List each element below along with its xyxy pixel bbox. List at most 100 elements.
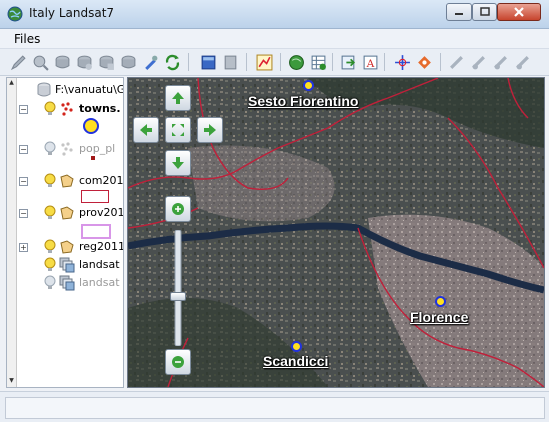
collapse-icon[interactable]: − [19, 145, 28, 154]
maximize-icon [479, 7, 490, 16]
layer-label: landsat [79, 258, 120, 271]
raster-layer-icon [59, 275, 75, 291]
edit-node-icon [471, 55, 485, 69]
close-button[interactable] [497, 3, 541, 21]
crosshair-tool-button[interactable] [392, 52, 412, 72]
layer2-icon [77, 55, 92, 70]
pan-up-button[interactable] [165, 85, 191, 111]
layer-row[interactable]: − pop_pl [17, 140, 123, 158]
pan-down-button[interactable] [165, 150, 191, 176]
chart-tool-button[interactable] [254, 52, 274, 72]
text-icon: A [363, 55, 377, 69]
bulb-on-icon[interactable] [43, 205, 57, 221]
select-icon [417, 55, 431, 69]
zoom-in-button[interactable] [165, 196, 191, 222]
layer2-tool-button[interactable] [74, 52, 94, 72]
layer-tree[interactable]: ▲ ▼ F:\vanuatu\Gf − towns. − pop_pl − com201−… [6, 77, 124, 388]
window-icon [201, 55, 215, 69]
collapse-icon[interactable]: − [19, 209, 28, 218]
layer-label: landsat [79, 276, 120, 289]
page-tool-button[interactable] [220, 52, 240, 72]
export-icon [341, 55, 355, 69]
edit-node-button[interactable] [468, 52, 488, 72]
table-tool-button[interactable] [308, 52, 328, 72]
bulb-off-icon[interactable] [43, 275, 57, 291]
zoom-slider[interactable] [170, 229, 186, 347]
refresh-icon [165, 54, 179, 70]
pencil-icon [10, 54, 26, 70]
expand-icon[interactable]: + [19, 243, 28, 252]
tree-scrollbar[interactable]: ▲ ▼ [7, 78, 17, 387]
city-marker-florence[interactable] [435, 296, 446, 307]
export-tool-button[interactable] [338, 52, 358, 72]
chart-icon [256, 54, 272, 70]
globe-icon [288, 54, 304, 70]
maximize-button[interactable] [472, 3, 497, 21]
refresh-button[interactable] [162, 52, 182, 72]
bulb-on-icon[interactable] [43, 257, 57, 273]
zoom-slider-track [174, 229, 182, 347]
select-tool-button[interactable] [414, 52, 434, 72]
app-globe-icon [7, 6, 23, 22]
layer-row[interactable]: − prov201 [17, 204, 123, 222]
menu-files[interactable]: Files [14, 32, 40, 46]
pencil-tool-button[interactable] [8, 52, 28, 72]
globe-tool-button[interactable] [286, 52, 306, 72]
edit-node2-icon [493, 55, 507, 69]
layer-row[interactable]: − towns. [17, 100, 123, 118]
edit-node2-button[interactable] [490, 52, 510, 72]
text-tool-button[interactable]: A [360, 52, 380, 72]
city-marker-sesto[interactable] [303, 80, 314, 91]
arrow-right-icon [204, 124, 216, 136]
toolbar-separator [440, 53, 441, 71]
edit-line-icon [449, 55, 463, 69]
palette-tool-button[interactable] [118, 52, 138, 72]
minimize-button[interactable] [446, 3, 472, 21]
town-symbol-icon [83, 118, 99, 134]
pen-tool-button[interactable] [140, 52, 160, 72]
svg-text:A: A [365, 56, 374, 69]
layer-row[interactable]: − com201 [17, 172, 123, 190]
toolbar-separator [246, 53, 247, 71]
layer3-tool-button[interactable] [96, 52, 116, 72]
edit-line-button[interactable] [446, 52, 466, 72]
layer-row[interactable]: landsat [17, 274, 123, 292]
zoom-extent-button[interactable] [165, 117, 191, 143]
city-label-sesto: Sesto Fiorentino [248, 93, 359, 109]
pan-tool-button[interactable] [30, 52, 50, 72]
title-bar[interactable]: Italy Landsat7 [0, 0, 549, 29]
toolbar-separator [332, 53, 333, 71]
polygon-layer-icon [60, 206, 74, 220]
tree-root-row[interactable]: F:\vanuatu\Gf [17, 81, 123, 99]
layer-row[interactable]: landsat [17, 256, 123, 274]
zoom-out-button[interactable] [165, 349, 191, 375]
pop-symbol-icon [91, 156, 95, 160]
window-tool-button[interactable] [198, 52, 218, 72]
bulb-on-icon[interactable] [43, 173, 57, 189]
scroll-up-arrow[interactable]: ▲ [7, 78, 16, 87]
prov-polygon-swatch [81, 224, 111, 239]
layer-row[interactable]: + reg2011 [17, 238, 123, 256]
bulb-off-icon[interactable] [43, 141, 57, 157]
bulb-on-icon[interactable] [43, 239, 57, 255]
pan-right-button[interactable] [197, 117, 223, 143]
scroll-down-arrow[interactable]: ▼ [7, 376, 16, 385]
layer-label: pop_pl [79, 142, 116, 155]
raster-layer-icon [59, 257, 75, 273]
city-label-scandicci: Scandicci [263, 353, 329, 369]
collapse-icon[interactable]: − [19, 177, 28, 186]
pan-icon [33, 55, 49, 71]
city-marker-scandicci[interactable] [291, 341, 302, 352]
zoom-slider-thumb[interactable] [170, 292, 186, 301]
bulb-on-icon[interactable] [43, 101, 57, 117]
table-icon [311, 55, 326, 70]
collapse-icon[interactable]: − [19, 105, 28, 114]
arrow-left-icon [140, 124, 152, 136]
pan-left-button[interactable] [133, 117, 159, 143]
edit-node3-button[interactable] [512, 52, 532, 72]
arrow-down-icon [172, 157, 184, 169]
polygon-layer-icon [60, 174, 74, 188]
close-icon [514, 7, 524, 17]
menu-bar: Files [0, 29, 549, 49]
layer-tool-button[interactable] [52, 52, 72, 72]
